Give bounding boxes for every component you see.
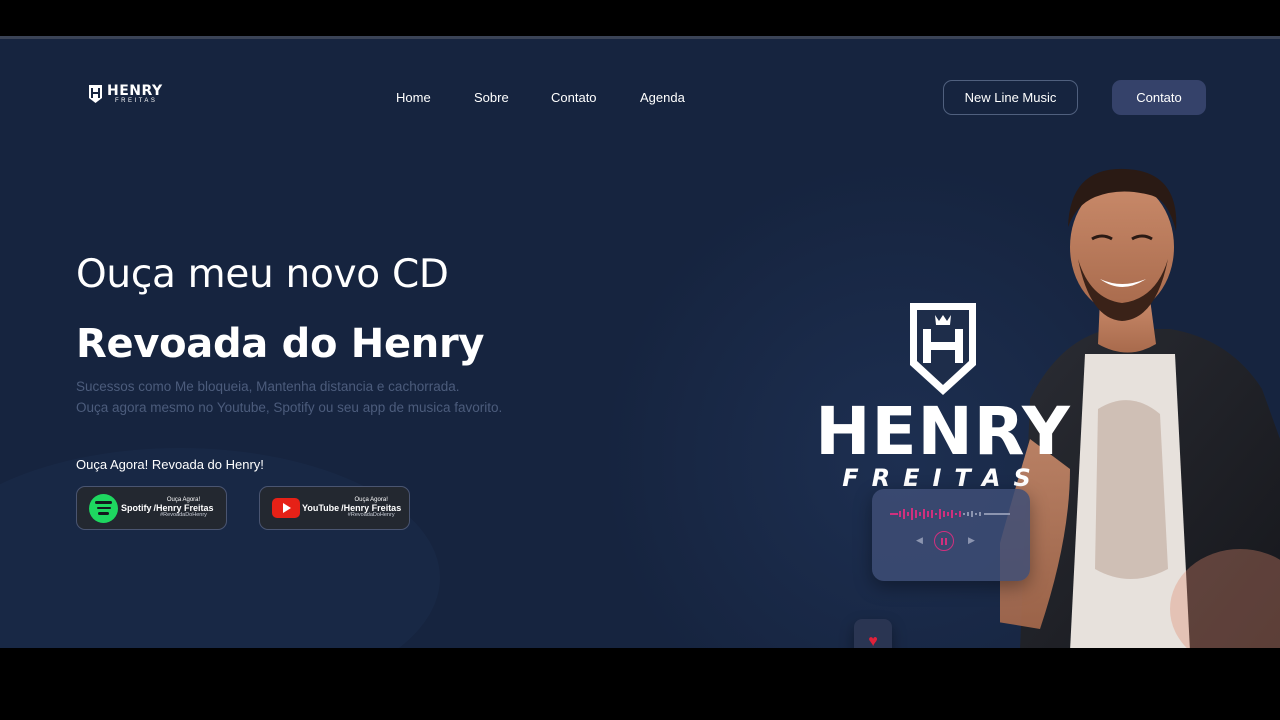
- crown-shield-icon: [910, 303, 976, 395]
- nav-item-sobre[interactable]: Sobre: [474, 90, 551, 105]
- new-line-music-button[interactable]: New Line Music: [943, 80, 1078, 115]
- brand-tagline: FREITAS: [115, 98, 158, 104]
- spotify-hashtag: #RevoadaDoHenry: [160, 511, 207, 518]
- brand-name: HENRY: [107, 83, 163, 99]
- album-title: Revoada do Henry: [76, 321, 485, 367]
- youtube-button[interactable]: YouTube Ouça Agora! /Henry Freitas #Revo…: [259, 486, 410, 530]
- spotify-icon: [89, 493, 118, 523]
- brand-logo[interactable]: HENRY FREITAS: [88, 84, 163, 104]
- spotify-brand: Spotify: [121, 503, 152, 513]
- spotify-button[interactable]: Spotify Ouça Agora! /Henry Freitas #Revo…: [76, 486, 227, 530]
- nav-item-contato[interactable]: Contato: [551, 90, 640, 105]
- description-line-2: Ouça agora mesmo no Youtube, Spotify ou …: [76, 400, 503, 415]
- contact-button[interactable]: Contato: [1112, 80, 1206, 115]
- youtube-hashtag: #RevoadaDoHenry: [347, 511, 395, 518]
- heart-icon: ♥: [868, 633, 878, 648]
- music-player-card: ◀ ▶: [872, 489, 1030, 581]
- next-icon[interactable]: ▶: [968, 535, 975, 546]
- prev-icon[interactable]: ◀: [916, 535, 923, 546]
- youtube-icon: [272, 498, 300, 518]
- artist-logo-name: HENRY: [815, 393, 1071, 470]
- waveform-icon: [890, 508, 1010, 520]
- listen-now-label: Ouça Agora! Revoada do Henry!: [76, 457, 264, 472]
- youtube-brand: YouTube: [302, 503, 340, 513]
- hero-title: Ouça meu novo CD: [76, 252, 449, 297]
- shield-logo-icon: [89, 85, 102, 103]
- hero-description: Sucessos como Me bloqueia, Mantenha dist…: [76, 376, 502, 418]
- pause-icon[interactable]: [934, 531, 954, 551]
- like-card[interactable]: ♥: [854, 619, 892, 648]
- description-line-1: Sucessos como Me bloqueia, Mantenha dist…: [76, 379, 460, 394]
- nav-item-agenda[interactable]: Agenda: [640, 90, 700, 105]
- hero-section: HENRY FREITAS Home Sobre Contato Agenda …: [0, 36, 1280, 648]
- artist-logo: HENRY FREITAS: [797, 301, 1089, 492]
- main-nav: Home Sobre Contato Agenda: [396, 90, 700, 105]
- nav-item-home[interactable]: Home: [396, 90, 474, 105]
- artist-logo-tagline: FREITAS: [842, 463, 1044, 492]
